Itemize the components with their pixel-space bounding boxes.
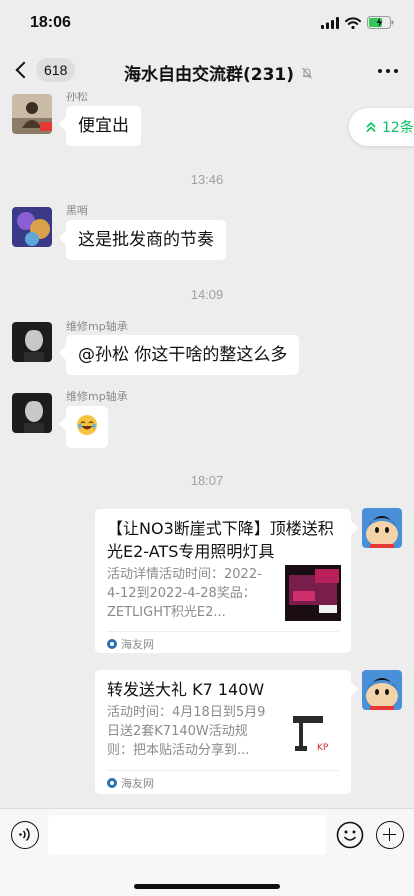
card-description: 活动时间：4月18日到5月9日送2套K7140W活动规则：把本贴活动分享到... — [107, 705, 266, 758]
input-bar — [0, 808, 414, 896]
link-card[interactable]: 【让NO3断崖式下降】顶楼送积光E2-ATS专用照明灯具 活动详情活动时间：20… — [95, 509, 351, 653]
chat-header: 618 海水自由交流群(231) — [0, 50, 414, 92]
avatar[interactable] — [12, 393, 52, 433]
timestamp: 13:46 — [190, 172, 224, 187]
more-options-button[interactable] — [378, 69, 398, 73]
source-app-icon — [107, 639, 117, 649]
avatar[interactable] — [12, 207, 52, 247]
voice-button[interactable] — [11, 821, 39, 849]
card-description: 活动详情活动时间：2022-4-12到2022-4-28奖品：ZETLIGHT积… — [107, 567, 262, 620]
avatar[interactable] — [362, 508, 402, 548]
card-source: 海友网 — [107, 775, 154, 791]
divider — [107, 631, 339, 632]
back-button[interactable]: 618 — [10, 58, 76, 82]
divider — [107, 770, 339, 771]
avatar[interactable] — [12, 94, 52, 134]
emoji-button[interactable] — [336, 821, 364, 849]
chevron-left-icon — [15, 61, 33, 79]
double-chevron-up-icon — [366, 121, 376, 133]
avatar[interactable] — [12, 322, 52, 362]
timestamp: 18:07 — [190, 473, 224, 488]
timestamp: 14:09 — [190, 287, 224, 302]
sender-name: 维修mp轴承 — [66, 320, 128, 333]
battery-charging-icon — [367, 16, 394, 29]
link-card[interactable]: 转发送大礼 K7 140W 活动时间：4月18日到5月9日送2套K7140W活动… — [95, 670, 351, 794]
status-time: 18:06 — [30, 14, 71, 31]
voice-icon — [19, 827, 30, 842]
more-functions-button[interactable] — [376, 821, 404, 849]
mute-bell-icon — [302, 67, 312, 79]
message-bubble[interactable]: 这是批发商的节奏 — [66, 220, 226, 260]
signal-icon — [321, 16, 339, 29]
home-indicator — [134, 884, 280, 889]
source-app-icon — [107, 778, 117, 788]
card-source-label: 海友网 — [121, 777, 154, 790]
sender-name: 孙松 — [66, 92, 88, 103]
status-bar: 18:06 — [0, 0, 414, 50]
message-bubble[interactable]: @孙松 你这干啥的整这么多 — [66, 335, 300, 375]
new-messages-label: 12条 — [382, 120, 414, 136]
new-messages-button[interactable]: 12条 — [349, 108, 414, 146]
more-dots-icon — [378, 69, 382, 73]
card-title: 转发送大礼 K7 140W — [107, 680, 265, 699]
card-title: 【让NO3断崖式下降】顶楼送积光E2-ATS专用照明灯具 — [107, 519, 334, 561]
card-thumbnail: KP — [285, 706, 341, 762]
card-source: 海友网 — [107, 636, 154, 652]
message-input[interactable] — [48, 815, 326, 855]
group-name: 海水自由交流群(231) — [124, 65, 295, 85]
svg-text:KP: KP — [317, 743, 329, 753]
wifi-icon — [345, 16, 361, 29]
unread-count-badge: 618 — [36, 58, 76, 82]
message-list[interactable]: 孙松 便宜出 12条 13:46 黑哨 这是批发商的节奏 14:09 维修mp轴… — [0, 92, 414, 808]
laughing-emoji-icon — [77, 415, 97, 435]
sender-name: 黑哨 — [66, 204, 88, 217]
card-source-label: 海友网 — [121, 638, 154, 651]
message-bubble[interactable]: 便宜出 — [66, 106, 141, 146]
status-icons — [321, 16, 394, 29]
emoji-message-bubble[interactable]: 😂 — [66, 406, 108, 448]
card-thumbnail — [285, 565, 341, 621]
sender-name: 维修mp轴承 — [66, 390, 128, 403]
chat-title[interactable]: 海水自由交流群(231) — [124, 60, 314, 85]
smiley-icon — [336, 821, 364, 849]
avatar[interactable] — [362, 670, 402, 710]
